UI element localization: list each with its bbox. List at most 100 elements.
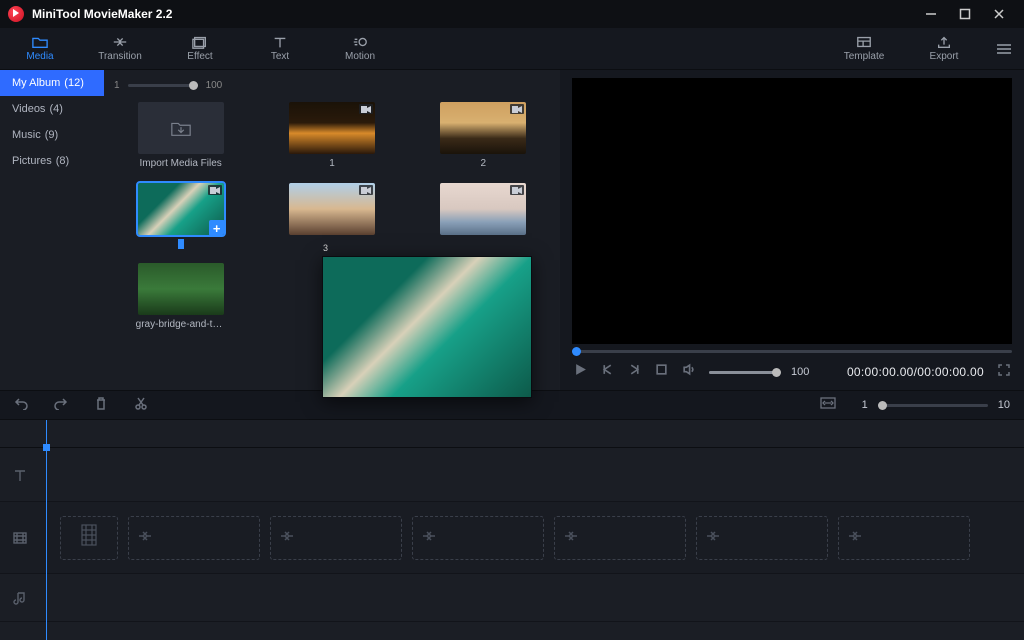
timeline-slot[interactable] xyxy=(60,516,118,560)
preview-viewport[interactable] xyxy=(572,78,1012,344)
category-count: (12) xyxy=(64,77,84,89)
video-badge-icon xyxy=(208,185,222,195)
timeline-zoom: 1 10 xyxy=(862,399,1010,411)
export-icon xyxy=(936,35,952,49)
timeline-slot[interactable] xyxy=(128,516,260,560)
template-icon xyxy=(856,35,872,49)
media-item-selected[interactable]: + xyxy=(114,183,247,249)
timeline-slot[interactable] xyxy=(838,516,970,560)
media-item[interactable] xyxy=(265,183,398,249)
main-toolbar: Media Transition Effect Text Motion Temp… xyxy=(0,28,1024,70)
volume-value: 100 xyxy=(791,366,809,378)
volume-slider[interactable] xyxy=(709,371,777,374)
add-to-timeline-button[interactable]: + xyxy=(209,220,224,235)
media-item[interactable]: 2 xyxy=(417,102,550,169)
timecode-current: 00:00:00.00 xyxy=(847,365,914,379)
tab-effect-label: Effect xyxy=(187,51,212,62)
video-badge-icon xyxy=(510,185,524,195)
media-item-label: gray-bridge-and-trees... xyxy=(136,319,226,330)
video-badge-icon xyxy=(359,104,373,114)
category-videos[interactable]: Videos (4) xyxy=(0,96,104,122)
import-label: Import Media Files xyxy=(140,158,222,169)
timeline-playhead[interactable] xyxy=(46,420,47,640)
preview-controls: 100 00:00:00.00/00:00:00.00 xyxy=(572,358,1012,386)
zoom-max-label: 100 xyxy=(206,80,223,91)
tab-effect[interactable]: Effect xyxy=(160,28,240,70)
timeline-zoom-max: 10 xyxy=(998,399,1010,411)
timeline-ruler[interactable] xyxy=(0,420,1024,448)
timeline-slot[interactable] xyxy=(412,516,544,560)
export-label: Export xyxy=(930,51,959,62)
import-folder-icon xyxy=(170,118,192,138)
import-media-tile[interactable]: Import Media Files xyxy=(114,102,247,169)
motion-icon xyxy=(352,35,368,49)
frame-forward-button[interactable] xyxy=(628,363,641,381)
category-music[interactable]: Music (9) xyxy=(0,122,104,148)
category-label: Music xyxy=(12,129,41,141)
audio-track-icon xyxy=(12,590,28,606)
preview-scrubber[interactable] xyxy=(572,350,1012,353)
tab-motion[interactable]: Motion xyxy=(320,28,400,70)
video-badge-icon xyxy=(359,185,373,195)
timecode-display: 00:00:00.00/00:00:00.00 xyxy=(847,365,984,379)
text-icon xyxy=(272,35,288,49)
timeline-slot[interactable] xyxy=(554,516,686,560)
minimize-button[interactable] xyxy=(914,0,948,28)
media-item[interactable]: gray-bridge-and-trees... xyxy=(114,263,247,330)
split-button[interactable] xyxy=(134,396,148,415)
category-label: My Album xyxy=(12,77,60,89)
fullscreen-button[interactable] xyxy=(998,363,1010,381)
drag-preview-label: 3 xyxy=(323,243,328,253)
audio-track[interactable] xyxy=(0,574,1024,622)
timeline-zoom-slider[interactable] xyxy=(878,404,988,407)
preview-panel: 100 00:00:00.00/00:00:00.00 xyxy=(560,70,1024,390)
transition-icon xyxy=(112,35,128,49)
category-pictures[interactable]: Pictures (8) xyxy=(0,148,104,174)
library-categories: My Album (12) Videos (4) Music (9) Pictu… xyxy=(0,70,104,390)
hamburger-menu-button[interactable] xyxy=(984,28,1024,70)
timeline-slot[interactable] xyxy=(270,516,402,560)
tab-text[interactable]: Text xyxy=(240,28,320,70)
stop-button[interactable] xyxy=(655,363,668,381)
tab-media-label: Media xyxy=(26,51,53,62)
drag-preview: 3 xyxy=(322,256,532,398)
media-item-label: 2 xyxy=(481,158,487,169)
timeline-zoom-min: 1 xyxy=(862,399,868,411)
frame-back-button[interactable] xyxy=(601,363,614,381)
text-track[interactable] xyxy=(0,448,1024,502)
fit-timeline-button[interactable] xyxy=(820,396,836,414)
template-button[interactable]: Template xyxy=(824,28,904,70)
category-count: (9) xyxy=(45,129,58,141)
tab-text-label: Text xyxy=(271,51,289,62)
library-zoom-row: 1 100 xyxy=(114,74,550,96)
title-bar: MiniTool MovieMaker 2.2 xyxy=(0,0,1024,28)
category-count: (4) xyxy=(49,103,62,115)
export-button[interactable]: Export xyxy=(904,28,984,70)
timeline-slot[interactable] xyxy=(696,516,828,560)
tab-transition-label: Transition xyxy=(98,51,142,62)
maximize-button[interactable] xyxy=(948,0,982,28)
media-library: My Album (12) Videos (4) Music (9) Pictu… xyxy=(0,70,560,390)
category-count: (8) xyxy=(56,155,69,167)
play-button[interactable] xyxy=(574,363,587,381)
selection-indicator xyxy=(178,239,184,249)
category-my-album[interactable]: My Album (12) xyxy=(0,70,104,96)
media-item[interactable] xyxy=(417,183,550,249)
effect-icon xyxy=(192,35,208,49)
close-button[interactable] xyxy=(982,0,1016,28)
media-item[interactable]: 1 xyxy=(265,102,398,169)
video-track[interactable] xyxy=(0,502,1024,574)
video-badge-icon xyxy=(510,104,524,114)
timeline[interactable] xyxy=(0,420,1024,640)
library-zoom-slider[interactable] xyxy=(128,84,198,87)
media-item-label: 1 xyxy=(329,158,335,169)
undo-button[interactable] xyxy=(14,396,28,415)
tab-motion-label: Motion xyxy=(345,51,375,62)
app-title: MiniTool MovieMaker 2.2 xyxy=(32,7,172,21)
redo-button[interactable] xyxy=(54,396,68,415)
folder-icon xyxy=(32,35,48,49)
tab-transition[interactable]: Transition xyxy=(80,28,160,70)
tab-media[interactable]: Media xyxy=(0,28,80,70)
delete-button[interactable] xyxy=(94,396,108,415)
volume-button[interactable] xyxy=(682,363,695,381)
